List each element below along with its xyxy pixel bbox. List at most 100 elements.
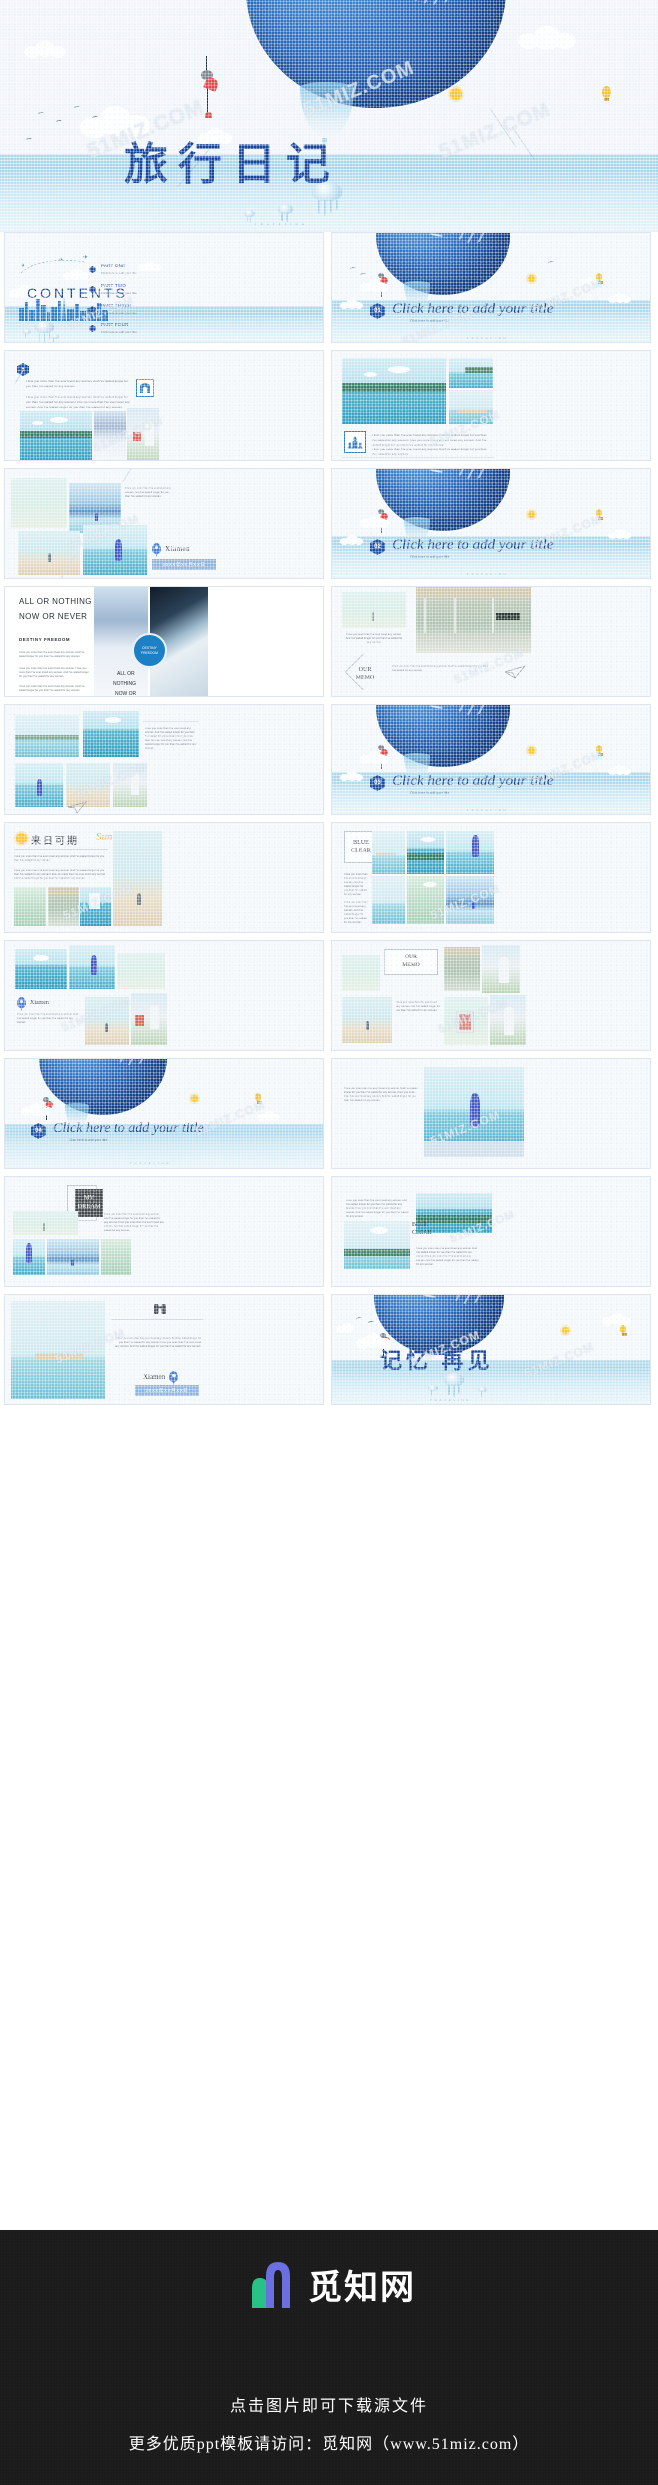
- photo-grid-1: [372, 831, 405, 874]
- section-subtitle: Click here to add your title: [410, 555, 450, 559]
- photo-soft-sea: [342, 955, 380, 991]
- slide-section-02[interactable]: 02 Click here to add your title Click he…: [331, 468, 651, 579]
- our-memory-line1: OUR: [405, 954, 417, 961]
- section-title: Click here to add your title: [392, 537, 554, 553]
- my-dream-title-box: MY DREAM: [75, 1189, 103, 1217]
- destiny-subhead: DESTINY FREEDOM: [19, 637, 71, 642]
- gallery-notes-body: I love you more than I've ever loved any…: [145, 727, 197, 751]
- bird-icon: [37, 111, 45, 116]
- our-memory-line2: MEMO: [402, 962, 420, 968]
- slide-my-dream[interactable]: MY DREAM I love you more than I've ever …: [4, 1176, 324, 1287]
- slide-blue-clear-grid[interactable]: BLUE CLEAR I love you more than I've eve…: [331, 822, 651, 933]
- taj-mahal-icon: [344, 431, 366, 453]
- section-footer-text: TRAVELING: [467, 337, 509, 340]
- photo-calm-lake: [13, 1211, 78, 1235]
- slide-gallery-text[interactable]: ❝ I love you more than I've ever loved a…: [4, 350, 324, 461]
- hot-air-balloon-icon: [620, 1325, 627, 1336]
- memo-title: OUR MEMO: [344, 667, 386, 683]
- slide-sea-girl[interactable]: I love you more than I've ever loved any…: [331, 1058, 651, 1169]
- ending-photo-body: I love you more than I've ever loved any…: [115, 1337, 201, 1349]
- slide-section-04[interactable]: 04 Click here to add your title Click he…: [4, 1058, 324, 1169]
- slide-blue-clear-two[interactable]: I love you more than I've ever loved any…: [331, 1176, 651, 1287]
- miz-logo-icon: [242, 2258, 298, 2310]
- location-marker: Xiamen: [152, 543, 190, 554]
- photo-beach-4: [342, 997, 392, 1043]
- photo-beach-bottom: [449, 390, 493, 424]
- bird-icon: [367, 1320, 375, 1325]
- slide-row: ❝ I love you more than I've ever loved a…: [0, 350, 658, 461]
- sun-icon: [528, 511, 535, 518]
- slide-contents[interactable]: ✈ ✈ ✈ CONTENTS PART ONE Click here to ad…: [4, 232, 324, 343]
- contents-item-sub-2: Click here to add your title: [101, 291, 137, 295]
- contents-item-sub-4: Click here to add your title: [101, 330, 137, 334]
- xiamen-body: I love you more than I've ever loved any…: [125, 487, 171, 499]
- photo-beach-3: [85, 997, 129, 1045]
- map-pin-icon: [152, 543, 161, 554]
- photo-glass-plant-2: [101, 1239, 131, 1275]
- bird-icon: [73, 105, 81, 110]
- divider: [143, 721, 199, 722]
- footer-line-1: 点击图片即可下载源文件: [229, 2398, 428, 2415]
- xiamen-place-2: Xiamen: [30, 999, 49, 1006]
- slide-sun[interactable]: 来日可期 Sun I love you more than I've ever …: [4, 822, 324, 933]
- slide-our-memo[interactable]: I love you more than I've ever loved any…: [331, 586, 651, 697]
- brand-logo[interactable]: 觅知网: [0, 2258, 658, 2310]
- sun-title: 来日可期: [31, 836, 79, 847]
- slide-ending[interactable]: 记忆 再见 TRAVELING 51MIZ.COM 51MIZ.COM: [331, 1294, 651, 1405]
- slide-xiamen-2[interactable]: Xiamen I love you more than I've ever lo…: [4, 940, 324, 1051]
- slide-gallery-notes[interactable]: I love you more than I've ever loved any…: [4, 704, 324, 815]
- photo-grid-5: [407, 876, 444, 924]
- blue-clear-line1: BLUE: [353, 839, 369, 846]
- slide-section-03[interactable]: 03 Click here to add your title Click he…: [331, 704, 651, 815]
- jellyfish-icon-small: [278, 204, 293, 222]
- photo-legs-sea: [13, 1239, 45, 1275]
- section-subtitle: Click here to add your title: [69, 1138, 108, 1142]
- photo-calm-sea: [342, 592, 406, 628]
- photo-grid-4: [372, 876, 405, 924]
- slide-row: Xiamen I love you more than I've ever lo…: [0, 940, 658, 1051]
- island-body-1: I love you more than I've ever loved any…: [372, 433, 487, 447]
- sun-body-2: I love you more than I've ever loved any…: [14, 869, 106, 881]
- slide-destiny-freedom[interactable]: ALL OR NOTHING NOW OR NEVER DESTINY FREE…: [4, 586, 324, 697]
- slide-ending-photo[interactable]: I love you more than I've ever loved any…: [4, 1294, 324, 1405]
- photo-grid-3: [446, 831, 494, 874]
- hot-air-balloon-icon: [255, 1093, 262, 1104]
- slide-island[interactable]: I love you more than I've ever loved any…: [331, 350, 651, 461]
- photo-sea-girl: [83, 525, 147, 575]
- slide-row: MY DREAM I love you more than I've ever …: [0, 1176, 658, 1287]
- badge-line-2: FREEDOM: [141, 650, 158, 655]
- photo-beach-walk: [113, 831, 162, 926]
- slide-row: 04 Click here to add your title Click he…: [0, 1058, 658, 1169]
- contents-item-label-2: PART TWO: [101, 283, 127, 288]
- plane-icon: ✈: [59, 257, 64, 263]
- destiny-freedom-badge[interactable]: DESTINY FREEDOM: [132, 633, 167, 668]
- photo-windmill-3: [131, 993, 167, 1045]
- jellyfish-icon: [444, 1373, 464, 1397]
- slide-row: ALL OR NOTHING NOW OR NEVER DESTINY FREE…: [0, 586, 658, 697]
- sun-icon: [528, 747, 535, 754]
- divider: [14, 849, 108, 850]
- ending-title: 记忆 再见: [380, 1348, 494, 1373]
- photo-sea-horizon: [15, 715, 79, 757]
- section-footer-text: TRAVELING: [467, 573, 509, 576]
- bc2-title-line2: CLEAR: [412, 1230, 432, 1237]
- slide-xiamen[interactable]: I love you more than I've ever loved any…: [4, 468, 324, 579]
- photo-windmill-tower: [127, 408, 159, 460]
- photo-mountain-2: [47, 1239, 99, 1275]
- memo-title-line1: OUR: [358, 667, 372, 673]
- sun-icon: [450, 88, 462, 100]
- location-marker-2: Xiamen: [17, 997, 49, 1008]
- plane-icon: ✈: [21, 263, 26, 269]
- cover-slide[interactable]: 旅行日记 TRAVELING 51MIZ.COM 51MIZ.COM 51MIZ…: [0, 0, 658, 232]
- bird-icon: [55, 119, 63, 124]
- slide-our-memory[interactable]: OUR MEMO I love you more than I've ever …: [331, 940, 651, 1051]
- jellyfish-icon-small: [23, 329, 31, 338]
- cover-title: 旅行日记: [124, 140, 340, 189]
- brand-name: 觅知网: [308, 2268, 416, 2307]
- photo-beach-top: [449, 358, 493, 388]
- jellyfish-icon-small: [51, 334, 59, 342]
- binoculars-icon: [153, 1303, 167, 1317]
- slide-section-01[interactable]: 01 Click here to add your title Click he…: [331, 232, 651, 343]
- destiny-stack-1: ALL OR: [117, 671, 135, 677]
- blue-clear-body-1: I love you more than I've ever loved any…: [344, 873, 368, 897]
